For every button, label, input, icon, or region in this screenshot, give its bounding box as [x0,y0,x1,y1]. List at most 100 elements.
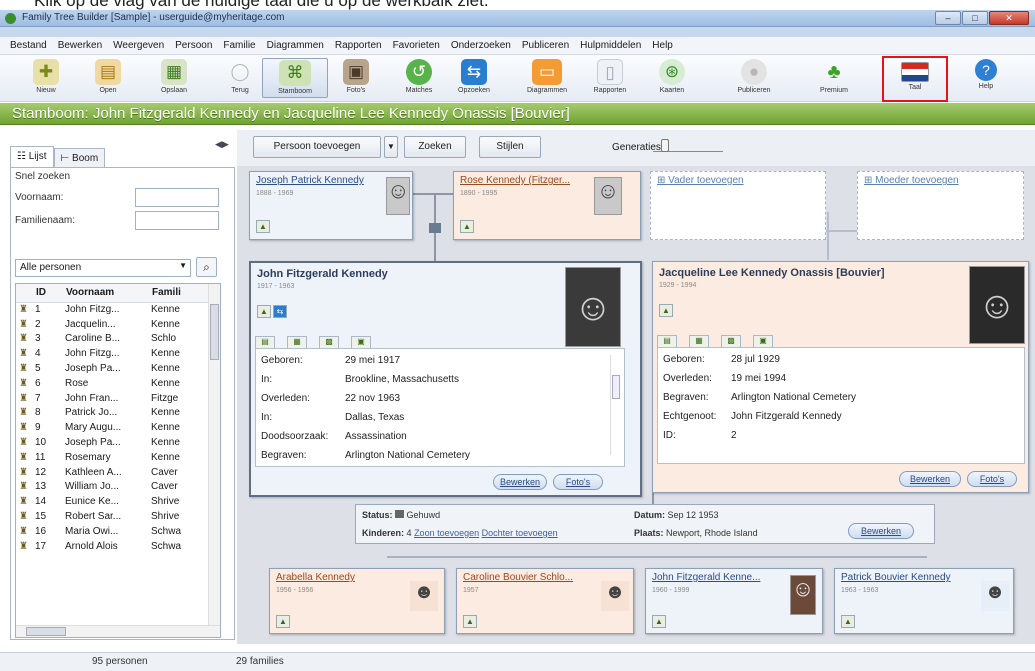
col-family-name[interactable]: Famili [148,284,210,303]
list-item[interactable]: ♜ 11 Rosemary Kenne [16,450,210,465]
menu-diagrammen[interactable]: Diagrammen [267,40,324,51]
list-item[interactable]: ♜ 4 John Fitzg... Kenne [16,346,210,361]
father-mother-card[interactable]: Rose Kennedy (Fitzger... 1890 - 1995 ☺ ▲ [453,171,641,240]
styles-button[interactable]: Stijlen [479,136,541,158]
list-item[interactable]: ♜ 3 Caroline B... Schlo [16,332,210,347]
photo-tag-icon[interactable]: ▲ [652,615,666,628]
search-tree-button[interactable]: Zoeken [404,136,466,158]
toolbar-help-button[interactable]: ? Help [962,58,1010,98]
add-daughter-link[interactable]: Dochter toevoegen [482,528,558,538]
toolbar-save-button[interactable]: ▦ Opslaan [150,58,198,98]
tab-notes[interactable]: ▩ [721,335,741,347]
wife-card[interactable]: Jacqueline Lee Kennedy Onassis [Bouvier]… [652,261,1029,493]
tab-notes[interactable]: ▩ [319,336,339,348]
list-item[interactable]: ♜ 16 Maria Owi... Schwa [16,524,210,539]
husband-edit-button[interactable]: Bewerken [493,474,547,490]
photo-tag-icon[interactable]: ▲ [659,304,673,317]
photo-tag-icon[interactable]: ▲ [841,615,855,628]
list-item[interactable]: ♜ 6 Rose Kenne [16,376,210,391]
toolbar-lookup-button[interactable]: ⇆ Opzoeken [450,58,498,98]
first-name-input[interactable] [135,188,219,207]
add-mother-card[interactable]: ⊞ Moeder toevoegen [857,171,1024,240]
list-item[interactable]: ♜ 13 William Jo... Caver [16,480,210,495]
list-item[interactable]: ♜ 12 Kathleen A... Caver [16,465,210,480]
photo-tag-icon[interactable]: ▲ [257,305,271,318]
list-item[interactable]: ♜ 7 John Fran... Fitzge [16,391,210,406]
toolbar-reports-button[interactable]: ▯ Rapporten [584,58,636,98]
toolbar-photos-button[interactable]: ▣ Foto's [332,58,380,98]
child-card[interactable]: Caroline Bouvier Schlo... 1957 ☻ ▲ [456,568,634,634]
husband-photos-button[interactable]: Foto's [553,474,603,490]
list-item[interactable]: ♜ 8 Patrick Jo... Kenne [16,406,210,421]
child-card[interactable]: John Fitzgerald Kenne... 1960 - 1999 ☺ ▲ [645,568,823,634]
details-scrollbar[interactable] [610,355,620,455]
person-filter-select[interactable]: Alle personen ▼ [15,259,191,277]
toolbar-matches-button[interactable]: ↺ Matches [395,58,443,98]
add-son-link[interactable]: Zoon toevoegen [414,528,479,538]
menu-persoon[interactable]: Persoon [175,40,212,51]
tab-list[interactable]: ☷ Lijst [10,146,54,168]
add-father-card[interactable]: ⊞ Vader toevoegen [650,171,826,240]
generations-slider[interactable] [653,139,723,152]
list-item[interactable]: ♜ 10 Joseph Pa... Kenne [16,435,210,450]
toolbar-maps-button[interactable]: ⊛ Kaarten [648,58,696,98]
tab-info[interactable]: ▤ [657,335,677,347]
menu-familie[interactable]: Familie [223,40,255,51]
horizontal-scrollbar[interactable] [16,625,220,637]
list-item[interactable]: ♜ 17 Arnold Alois Schwa [16,539,210,554]
photo-tag-icon[interactable]: ▲ [256,220,270,233]
tab-facts[interactable]: ▦ [689,335,709,347]
toolbar-open-button[interactable]: ▤ Open [84,58,132,98]
menu-help[interactable]: Help [652,40,673,51]
toolbar-premium-button[interactable]: ♣ Premium [808,58,860,98]
menu-bestand[interactable]: Bestand [10,40,47,51]
menu-bewerken[interactable]: Bewerken [58,40,102,51]
add-mother-link[interactable]: ⊞ Moeder toevoegen [864,175,959,186]
add-person-button[interactable]: Persoon toevoegen [253,136,381,158]
list-item[interactable]: ♜ 2 Jacquelin... Kenne [16,317,210,332]
wife-photos-button[interactable]: Foto's [967,471,1017,487]
toolbar-family-tree-button[interactable]: ⌘ Stamboom [262,58,328,98]
close-button[interactable]: ✕ [989,11,1029,25]
child-card[interactable]: Patrick Bouvier Kennedy 1963 - 1963 ☻ ▲ [834,568,1014,634]
tab-info[interactable]: ▤ [255,336,275,348]
list-item[interactable]: ♜ 15 Robert Sar... Shrive [16,509,210,524]
menu-weergeven[interactable]: Weergeven [113,40,164,51]
toolbar-publish-button[interactable]: ● Publiceren [728,58,780,98]
father-father-card[interactable]: Joseph Patrick Kennedy 1888 - 1969 ☺ ▲ [249,171,413,240]
tab-facts[interactable]: ▦ [287,336,307,348]
toolbar-new-button[interactable]: ✚ Nieuw [22,58,70,98]
list-item[interactable]: ♜ 1 John Fitzg... Kenne [16,302,210,317]
list-item[interactable]: ♜ 14 Eunice Ke... Shrive [16,494,210,509]
collapse-sidebar-icon[interactable]: ◀▶ [215,139,229,150]
menu-rapporten[interactable]: Rapporten [335,40,382,51]
photo-tag-icon[interactable]: ▲ [463,615,477,628]
add-person-dropdown[interactable]: ▼ [384,136,398,158]
family-edit-button[interactable]: Bewerken [848,523,914,539]
menu-hulpmiddelen[interactable]: Hulpmiddelen [580,40,641,51]
menu-favorieten[interactable]: Favorieten [393,40,440,51]
minimize-button[interactable]: – [935,11,961,25]
lookup-tag-icon[interactable]: ⇆ [273,305,287,318]
col-id[interactable]: ID [32,284,62,303]
tab-tree[interactable]: ⊢ Boom [53,148,106,168]
vertical-scrollbar[interactable] [208,284,220,626]
add-father-link[interactable]: ⊞ Vader toevoegen [657,175,744,186]
tab-sources[interactable]: ▣ [351,336,371,348]
last-name-input[interactable] [135,211,219,230]
husband-card[interactable]: John Fitzgerald Kennedy 1917 - 1963 ☺ ▲ … [249,261,642,497]
photo-tag-icon[interactable]: ▲ [460,220,474,233]
tab-sources[interactable]: ▣ [753,335,773,347]
menu-publiceren[interactable]: Publiceren [522,40,569,51]
list-item[interactable]: ♜ 9 Mary Augu... Kenne [16,420,210,435]
wife-edit-button[interactable]: Bewerken [899,471,961,487]
toolbar-back-button[interactable]: ◯ Terug [216,58,264,98]
toolbar-charts-button[interactable]: ▭ Diagrammen [520,58,574,98]
photo-tag-icon[interactable]: ▲ [276,615,290,628]
list-item[interactable]: ♜ 5 Joseph Pa... Kenne [16,361,210,376]
col-first-name[interactable]: Voornaam [62,284,148,303]
search-button[interactable]: ⌕ [196,257,217,277]
maximize-button[interactable]: □ [962,11,988,25]
menu-onderzoeken[interactable]: Onderzoeken [451,40,511,51]
child-card[interactable]: Arabella Kennedy 1956 - 1956 ☻ ▲ [269,568,445,634]
